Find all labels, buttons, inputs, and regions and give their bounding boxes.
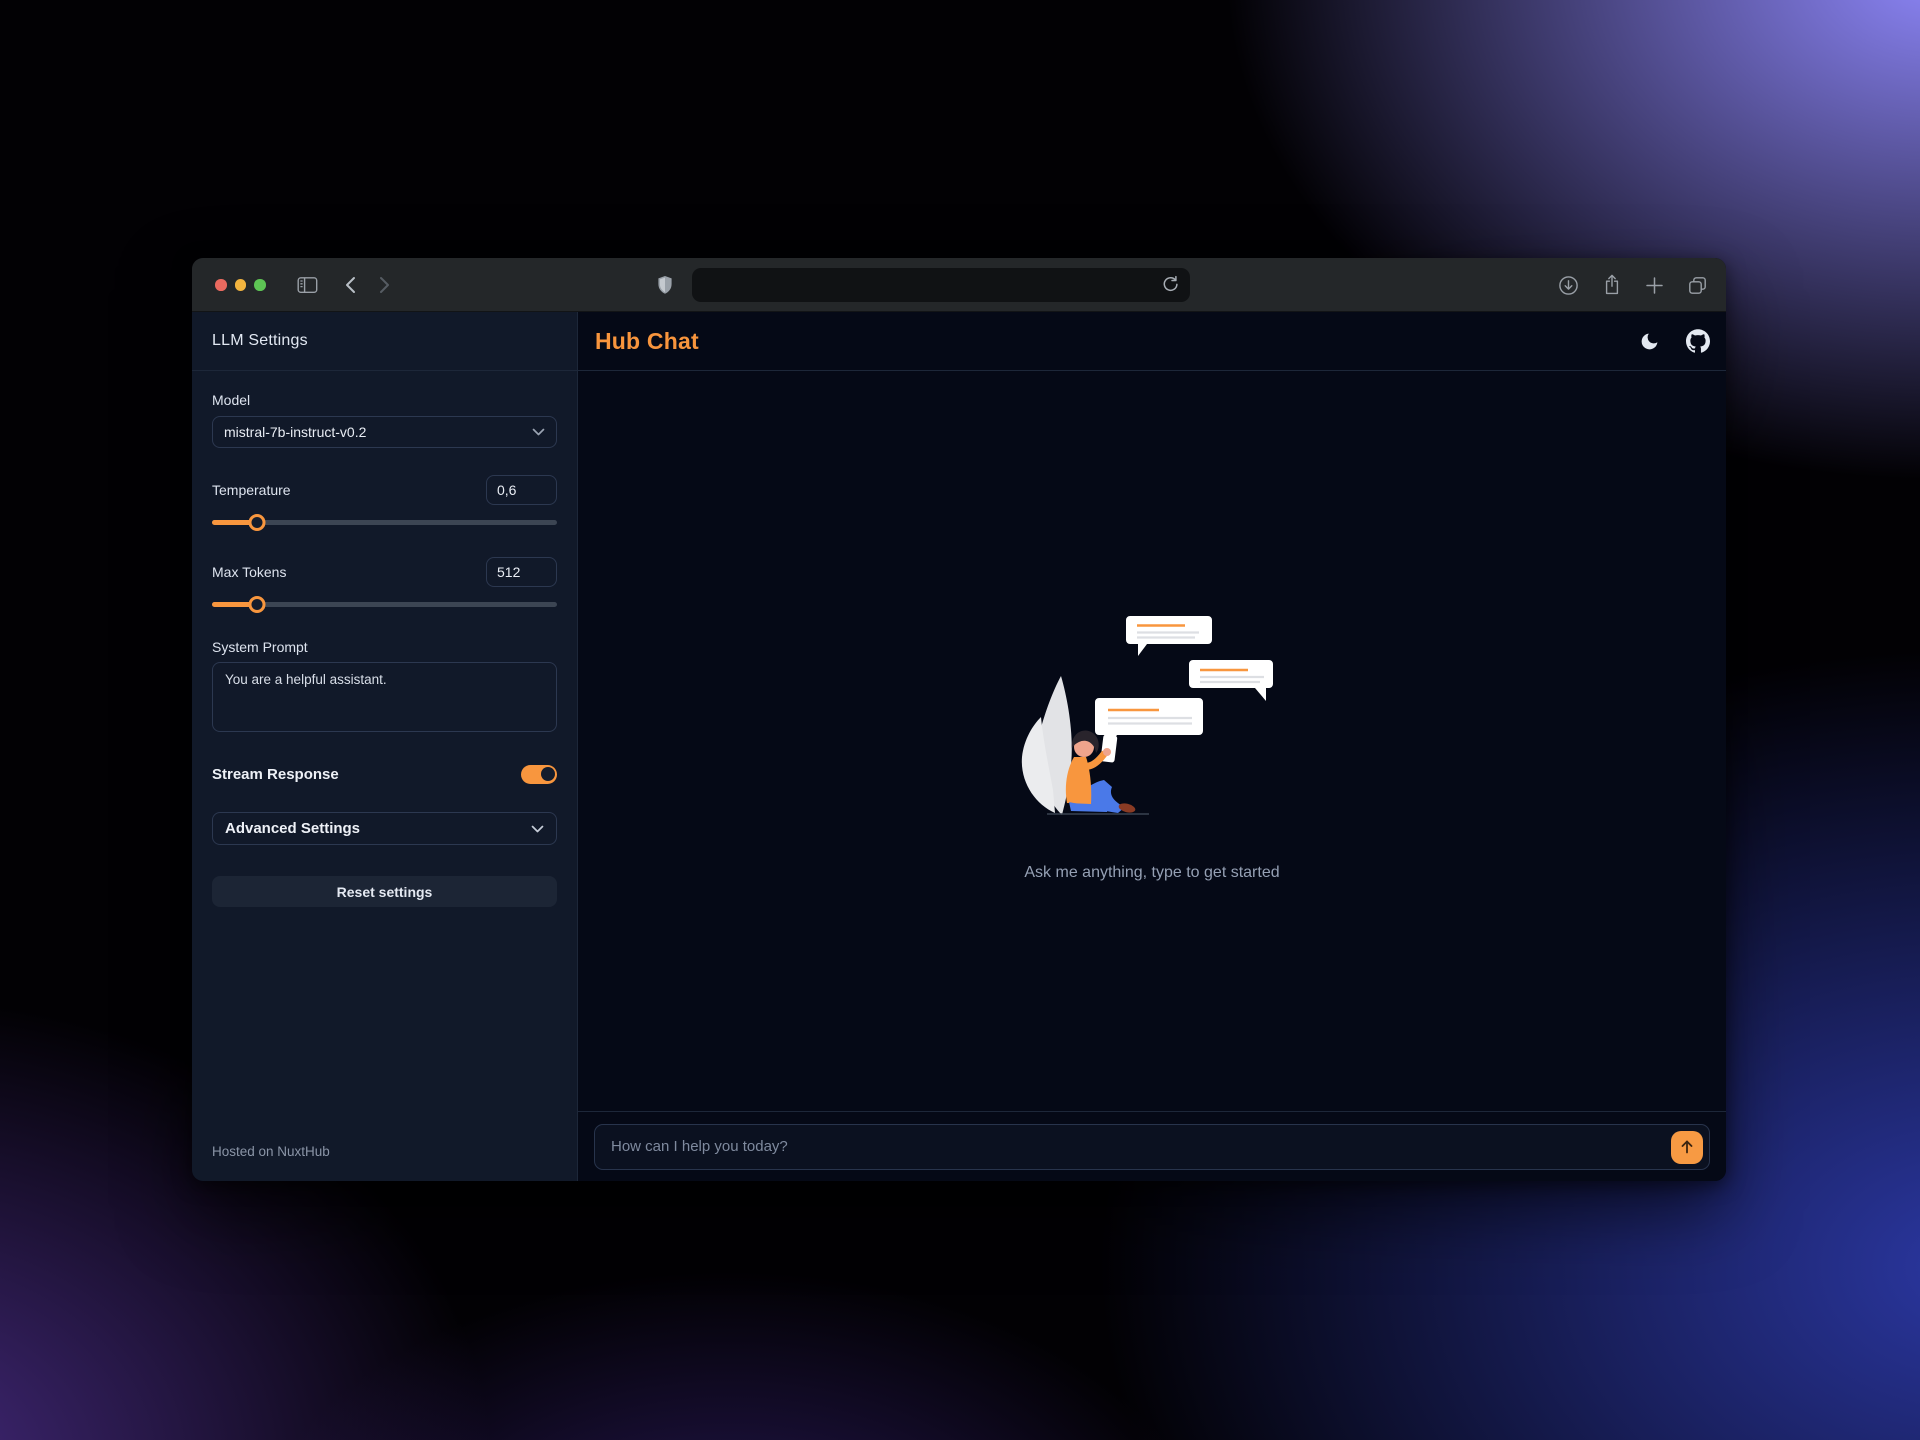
address-bar[interactable] [692, 268, 1190, 302]
empty-state-caption: Ask me anything, type to get started [1024, 864, 1279, 882]
max-tokens-value-input[interactable] [486, 557, 557, 587]
stream-response-toggle[interactable] [521, 765, 557, 784]
window-controls [215, 258, 266, 312]
send-button[interactable] [1671, 1131, 1703, 1164]
slider-thumb[interactable] [248, 596, 265, 613]
arrow-up-icon [1679, 1139, 1695, 1155]
hosted-on-nuxthub-text: Hosted on NuxtHub [192, 1144, 577, 1181]
sidebar-body: Model mistral-7b-instruct-v0.2 Temperatu… [192, 371, 577, 907]
max-tokens-field: Max Tokens [212, 557, 557, 612]
system-prompt-label: System Prompt [212, 639, 557, 655]
temperature-value-input[interactable] [486, 475, 557, 505]
stream-response-label: Stream Response [212, 766, 339, 783]
browser-toolbar [192, 258, 1726, 312]
toggle-knob [541, 767, 555, 781]
empty-state-illustration [987, 600, 1317, 850]
sidebar-title: LLM Settings [192, 312, 577, 371]
forward-icon[interactable] [376, 258, 394, 312]
browser-window: LLM Settings Model mistral-7b-instruct-v… [192, 258, 1726, 1181]
chevron-down-icon [532, 423, 545, 441]
temperature-label: Temperature [212, 482, 291, 498]
reset-settings-button[interactable]: Reset settings [212, 876, 557, 907]
chat-message-input[interactable] [595, 1125, 1709, 1169]
new-tab-icon[interactable] [1645, 276, 1664, 295]
settings-sidebar: LLM Settings Model mistral-7b-instruct-v… [192, 312, 578, 1181]
shield-icon[interactable] [655, 258, 675, 312]
page-title: Hub Chat [595, 328, 699, 355]
advanced-settings-accordion[interactable]: Advanced Settings [212, 812, 557, 845]
max-tokens-slider[interactable] [212, 596, 557, 612]
download-icon[interactable] [1558, 275, 1579, 296]
temperature-field: Temperature [212, 475, 557, 530]
advanced-settings-label: Advanced Settings [225, 820, 360, 837]
sidebar-spacer [192, 907, 577, 1144]
toolbar-actions [1558, 258, 1708, 312]
system-prompt-textarea[interactable]: You are a helpful assistant. [212, 662, 557, 732]
app-root: LLM Settings Model mistral-7b-instruct-v… [192, 312, 1726, 1181]
chat-main: Hub Chat [578, 312, 1726, 1181]
minimize-window-button[interactable] [235, 279, 247, 291]
chevron-down-icon [531, 820, 544, 838]
zoom-window-button[interactable] [254, 279, 266, 291]
model-select-value: mistral-7b-instruct-v0.2 [224, 424, 366, 440]
model-select[interactable]: mistral-7b-instruct-v0.2 [212, 416, 557, 448]
close-window-button[interactable] [215, 279, 227, 291]
header-actions [1639, 329, 1710, 353]
share-icon[interactable] [1602, 274, 1622, 296]
model-label: Model [212, 392, 557, 408]
system-prompt-field: System Prompt You are a helpful assistan… [212, 639, 557, 737]
github-icon[interactable] [1686, 329, 1710, 353]
chat-input-container [594, 1124, 1710, 1170]
chat-empty-state: Ask me anything, type to get started [578, 371, 1726, 1111]
tab-overview-icon[interactable] [1687, 275, 1708, 296]
model-field: Model mistral-7b-instruct-v0.2 [212, 392, 557, 448]
reload-icon[interactable] [1161, 275, 1180, 294]
temperature-slider[interactable] [212, 514, 557, 530]
chat-header: Hub Chat [578, 312, 1726, 371]
back-icon[interactable] [341, 258, 359, 312]
moon-icon[interactable] [1639, 331, 1660, 352]
sidebar-toggle-icon[interactable] [296, 258, 318, 312]
chat-footer [578, 1111, 1726, 1181]
stream-response-row: Stream Response [212, 764, 557, 784]
max-tokens-label: Max Tokens [212, 564, 286, 580]
slider-thumb[interactable] [248, 514, 265, 531]
